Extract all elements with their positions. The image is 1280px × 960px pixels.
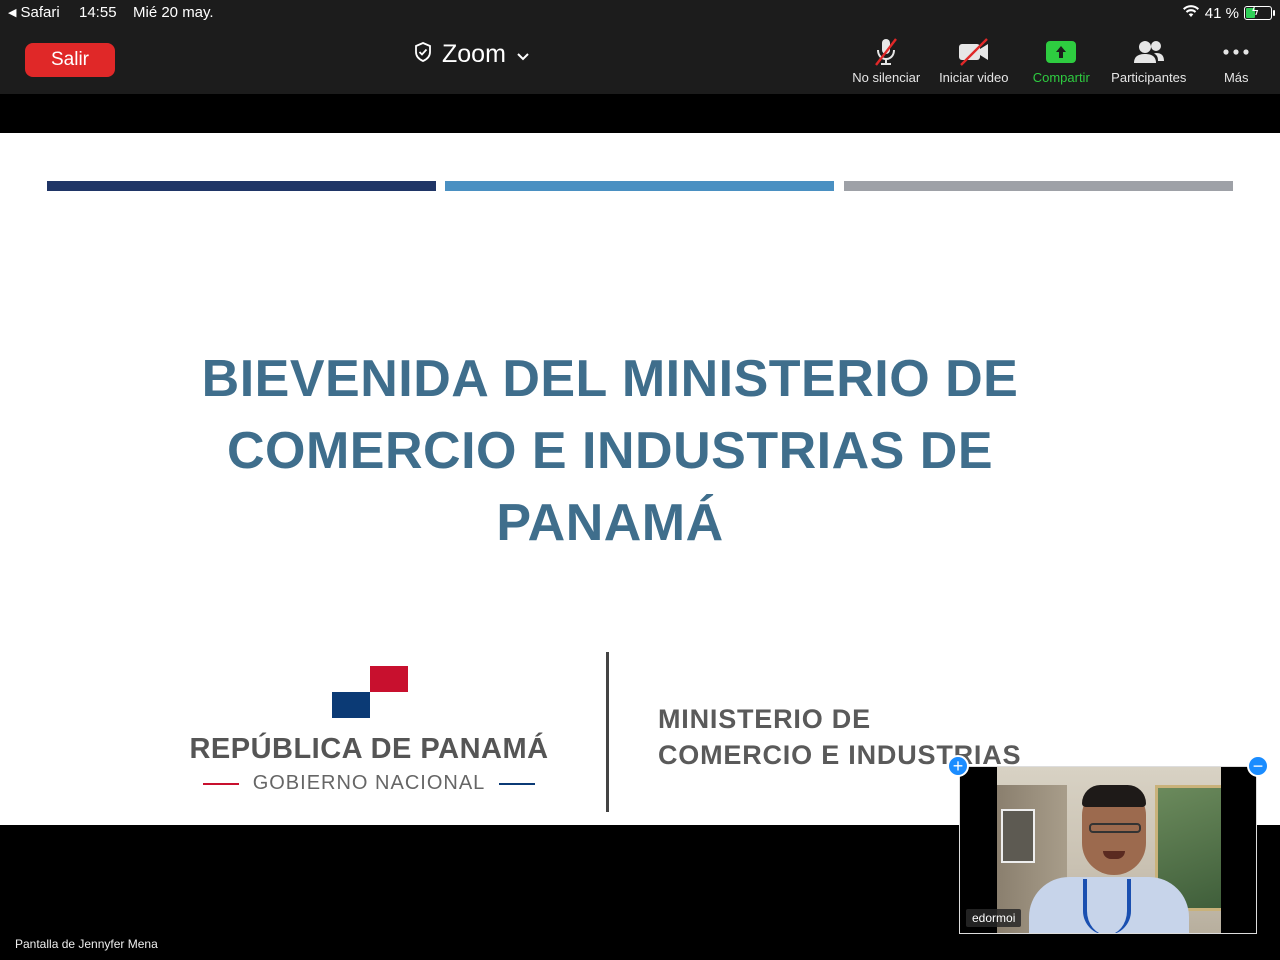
meeting-title: Zoom xyxy=(442,40,506,68)
battery-icon: ϟ xyxy=(1244,4,1275,20)
header-bar-dark-blue xyxy=(47,181,436,191)
participant-video-feed xyxy=(997,767,1221,933)
shared-screen-slide: BIEVENIDA DEL MINISTERIO DE COMERCIO E I… xyxy=(0,133,1280,825)
panama-flag-logo: ★ ★ xyxy=(332,666,408,718)
minimize-video-button[interactable]: − xyxy=(1247,755,1269,777)
logo-divider xyxy=(606,652,609,812)
participants-button[interactable]: Participantes xyxy=(1105,26,1193,94)
participants-label: Participantes xyxy=(1111,70,1187,85)
zoom-toolbar: Salir Zoom No silenciar Iniciar video Co… xyxy=(0,26,1280,94)
back-to-safari[interactable]: ◀ Safari xyxy=(8,4,60,21)
share-screen-icon xyxy=(1045,36,1077,68)
status-time: 14:55 xyxy=(79,4,117,21)
video-off-icon xyxy=(957,36,991,68)
ios-status-bar: ◀ Safari 14:55 Mié 20 may. 41 % ϟ xyxy=(0,0,1280,26)
unmute-button[interactable]: No silenciar xyxy=(843,26,931,94)
expand-video-button[interactable]: + xyxy=(947,755,969,777)
back-arrow-icon: ◀ xyxy=(8,7,17,19)
toolbar-actions: No silenciar Iniciar video Compartir Par… xyxy=(843,26,1280,94)
back-app-label: Safari xyxy=(20,4,60,21)
start-video-label: Iniciar video xyxy=(939,70,1009,85)
charging-bolt-icon: ϟ xyxy=(1252,4,1259,18)
more-label: Más xyxy=(1223,70,1249,85)
plus-icon: + xyxy=(952,756,964,776)
slide-title: BIEVENIDA DEL MINISTERIO DE COMERCIO E I… xyxy=(201,350,1019,552)
mic-muted-icon xyxy=(871,36,901,68)
screen-share-caption: Pantalla de Jennyfer Mena xyxy=(15,937,158,951)
share-button[interactable]: Compartir xyxy=(1018,26,1106,94)
start-video-button[interactable]: Iniciar video xyxy=(930,26,1018,94)
more-button[interactable]: Más xyxy=(1193,26,1280,94)
wifi-icon xyxy=(1182,4,1200,22)
shield-icon xyxy=(414,40,432,69)
meeting-info-dropdown[interactable]: Zoom xyxy=(414,40,530,69)
minus-icon: − xyxy=(1252,756,1264,776)
more-icon xyxy=(1221,36,1251,68)
participants-icon xyxy=(1132,36,1166,68)
government-subtitle-row: GOBIERNO NACIONAL xyxy=(200,772,538,795)
republic-name: REPÚBLICA DE PANAMÁ xyxy=(189,733,549,765)
header-bar-gray xyxy=(844,181,1233,191)
status-right-group: 41 % ϟ xyxy=(1182,4,1275,22)
header-bar-light-blue xyxy=(445,181,834,191)
share-label: Compartir xyxy=(1032,70,1090,85)
red-rule xyxy=(202,782,239,785)
blue-rule xyxy=(499,782,536,785)
chevron-down-icon xyxy=(516,40,530,69)
status-date: Mié 20 may. xyxy=(133,4,214,21)
government-subtitle: GOBIERNO NACIONAL xyxy=(252,772,486,794)
leave-button[interactable]: Salir xyxy=(25,43,115,77)
unmute-label: No silenciar xyxy=(852,70,921,85)
participant-name-tag: edormoi xyxy=(966,909,1022,927)
ministry-line-1: MINISTERIO DE xyxy=(658,704,871,734)
battery-percent: 41 % xyxy=(1204,4,1239,22)
